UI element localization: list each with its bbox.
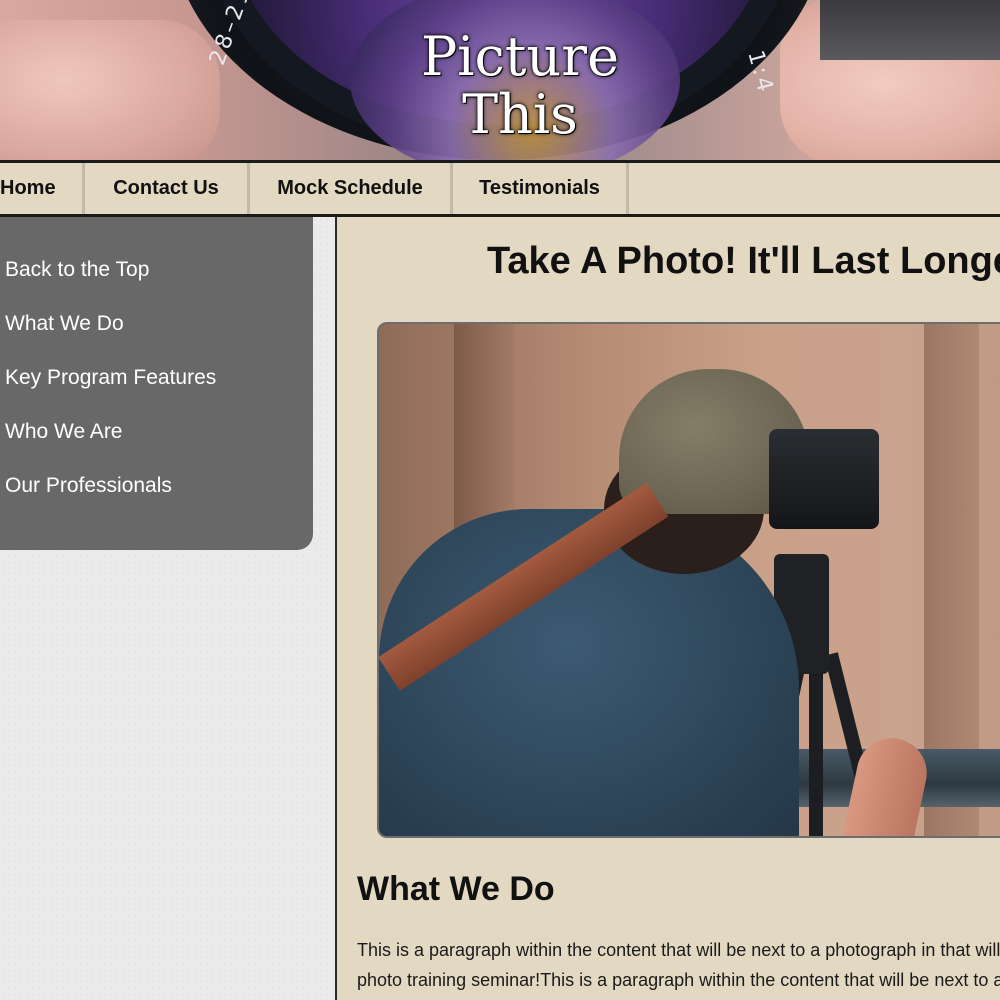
photographer-image [377, 322, 1000, 838]
sidebar-item-who-we-are[interactable]: Who We Are [0, 417, 313, 471]
banner-camera-body [820, 0, 1000, 60]
main-content: Take A Photo! It'll Last Longer! What We… [335, 217, 1000, 1000]
nav-mock-schedule-link[interactable]: Mock Schedule [250, 163, 453, 214]
nav-home-link[interactable]: Home [0, 163, 85, 214]
sidebar-item-key-features[interactable]: Key Program Features [0, 363, 313, 417]
banner-hand-left [0, 20, 220, 160]
top-navbar: Home Contact Us Mock Schedule Testimonia… [0, 160, 1000, 217]
lens-aperture-text: 1:4 [742, 47, 779, 98]
page-heading: Take A Photo! It'll Last Longer! [487, 240, 1000, 282]
site-title-line2: This [462, 83, 578, 146]
sidebar-menu: Back to the Top What We Do Key Program F… [0, 217, 313, 550]
site-title: Picture This [400, 28, 640, 144]
nav-testimonials-link[interactable]: Testimonials [453, 163, 629, 214]
sidebar-item-back-to-top[interactable]: Back to the Top [0, 255, 313, 309]
photo-camera [769, 429, 879, 529]
sidebar-item-what-we-do[interactable]: What We Do [0, 309, 313, 363]
site-title-line1: Picture [420, 25, 620, 88]
sidebar-item-our-professionals[interactable]: Our Professionals [0, 471, 313, 525]
nav-contact-link[interactable]: Contact Us [85, 163, 250, 214]
section-title-what-we-do: What We Do [357, 870, 555, 908]
header-banner: 28–210 1:4 Picture This [0, 0, 1000, 160]
photo-tripod-leg [809, 654, 823, 836]
section-paragraph: This is a paragraph within the content t… [357, 940, 1000, 990]
